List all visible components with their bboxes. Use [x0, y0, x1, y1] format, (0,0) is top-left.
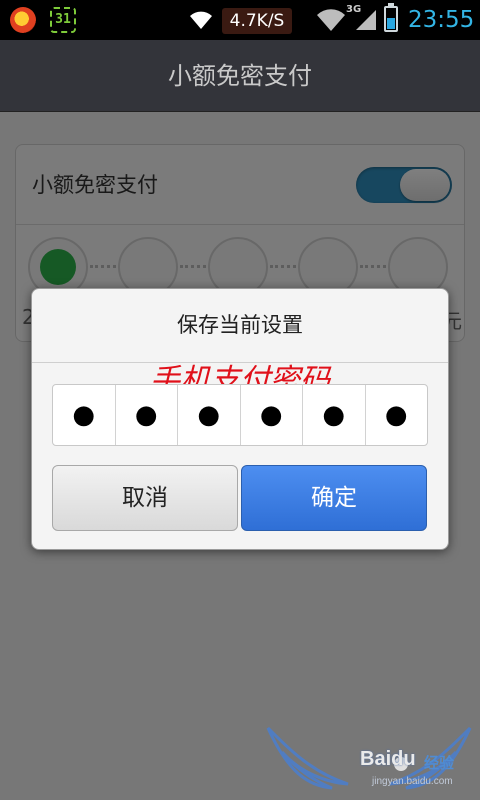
- pin-digit[interactable]: ●: [366, 385, 428, 445]
- dialog-title: 保存当前设置: [32, 289, 448, 363]
- calendar-icon: 31: [50, 7, 76, 33]
- watermark-brand: Baidu: [360, 748, 416, 770]
- pin-digit[interactable]: ●: [241, 385, 303, 445]
- signal-icon: [356, 10, 376, 30]
- battery-icon: [384, 3, 398, 32]
- app-notification-icon: [10, 7, 36, 33]
- pin-digit[interactable]: ●: [53, 385, 116, 445]
- pin-digit[interactable]: ●: [178, 385, 241, 445]
- pin-digit[interactable]: ●: [116, 385, 178, 445]
- title-bar: 小额免密支付: [0, 40, 480, 112]
- status-bar: 31 4.7K/S 3G 23:55: [0, 0, 480, 40]
- page-title: 小额免密支付: [168, 62, 312, 90]
- baidu-watermark: Baidu 经验 jingyan.baidu.com: [262, 718, 476, 798]
- save-settings-dialog: 保存当前设置 手机支付密码 ● ● ● ● ● ● 取消 确定: [31, 288, 449, 550]
- watermark-url: jingyan.baidu.com: [372, 776, 453, 787]
- network-speed: 4.7K/S: [222, 8, 292, 34]
- watermark-brand-suffix: 经验: [424, 754, 455, 772]
- wifi-icon: [317, 9, 345, 31]
- payment-password-input[interactable]: ● ● ● ● ● ●: [52, 384, 428, 446]
- status-time: 23:55: [408, 7, 475, 33]
- confirm-button[interactable]: 确定: [241, 465, 427, 531]
- wifi-icon: [190, 11, 212, 29]
- pin-digit[interactable]: ●: [303, 385, 366, 445]
- cancel-button[interactable]: 取消: [52, 465, 238, 531]
